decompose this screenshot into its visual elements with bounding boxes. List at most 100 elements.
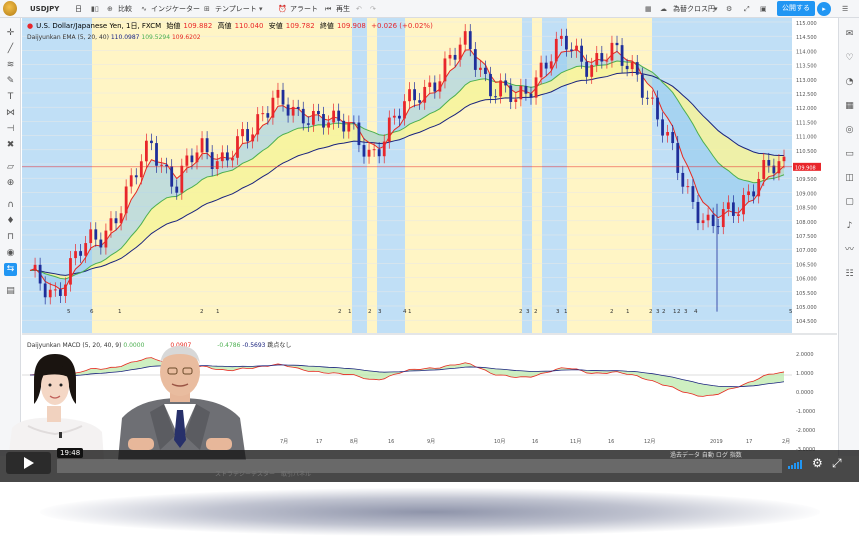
indicators-button[interactable]: インジケーター xyxy=(151,2,200,16)
candle-type-icon[interactable]: ▮▯ xyxy=(91,2,99,16)
candle-body xyxy=(296,106,300,109)
idea-icon[interactable]: ◎ xyxy=(843,124,856,137)
avatar[interactable] xyxy=(3,1,17,16)
paint-icon[interactable]: ♦ xyxy=(4,215,17,228)
candle-body xyxy=(160,164,163,166)
candle-body xyxy=(413,89,416,101)
candle-body xyxy=(327,122,330,128)
candle-body xyxy=(392,115,396,118)
candle-body xyxy=(559,35,563,39)
chevron-down-icon[interactable]: ▸ xyxy=(817,2,831,16)
time-tick: 16 xyxy=(608,439,614,445)
gear-icon[interactable]: ⚙ xyxy=(726,2,732,16)
fib-icon[interactable]: ≋ xyxy=(4,59,17,72)
candle-body xyxy=(286,104,290,116)
candle-body xyxy=(747,191,750,196)
stage-number: 2 xyxy=(610,309,614,315)
video-progress-bar[interactable] xyxy=(57,459,782,473)
volume-icon[interactable] xyxy=(788,460,804,469)
symbol-legend: ● U.S. Dollar/Japanese Yen, 1日, FXCM 始値 10… xyxy=(27,21,436,31)
ema-value-1: 110.0987 xyxy=(110,34,140,41)
help-icon[interactable]: ☷ xyxy=(843,268,856,281)
candle-body xyxy=(686,186,690,188)
candle-body xyxy=(155,143,158,166)
price-tick: 104.500 xyxy=(796,319,817,325)
sync-drawings-icon[interactable]: ⇆ xyxy=(4,263,17,276)
trend-line-icon[interactable]: ╱ xyxy=(4,43,17,56)
magnet-icon[interactable]: ∩ xyxy=(4,199,17,212)
macd-tick: -2.0000 xyxy=(796,428,815,434)
close-icon[interactable]: ✖ xyxy=(4,139,17,152)
stage-number: 2 xyxy=(200,309,204,315)
fullscreen-icon[interactable]: ⤢ xyxy=(832,456,842,471)
presenter-man xyxy=(118,346,246,460)
zoom-icon[interactable]: ⊕ xyxy=(4,177,17,190)
calendar-icon[interactable]: ▦ xyxy=(843,100,856,113)
candle-body xyxy=(104,230,108,248)
gear-icon[interactable]: ⚙ xyxy=(812,456,823,470)
chat-icon[interactable]: ✉ xyxy=(843,28,856,41)
bell-icon[interactable]: ♪ xyxy=(843,220,856,233)
candle-body xyxy=(423,86,427,103)
chevron-down-icon[interactable]: ▾ xyxy=(259,2,263,16)
candle-body xyxy=(570,49,573,51)
candle-body xyxy=(600,53,604,62)
price-tick: 114.000 xyxy=(796,49,817,55)
close-label: 終値 xyxy=(319,22,334,30)
trash-icon[interactable]: ▤ xyxy=(4,285,17,298)
candle-body xyxy=(134,175,138,178)
candle-body xyxy=(200,138,204,153)
presenter-woman xyxy=(8,354,104,460)
heart-icon[interactable]: ♡ xyxy=(843,52,856,65)
text-icon[interactable]: T xyxy=(4,91,17,104)
candle-body xyxy=(114,218,118,224)
ema-legend[interactable]: Daijyunkan EMA (5, 20, 40) 110.0987 109.… xyxy=(27,34,201,41)
symbol-search[interactable]: USDJPY xyxy=(30,2,59,16)
candle-body xyxy=(494,96,497,98)
broadcast-icon[interactable]: ◫ xyxy=(843,172,856,185)
templates-button[interactable]: テンプレート xyxy=(215,2,257,16)
brush-icon[interactable]: ✎ xyxy=(4,75,17,88)
clock-icon[interactable]: ◔ xyxy=(843,76,856,89)
measure-tool-icon[interactable]: ⊣ xyxy=(4,123,17,136)
screen-icon[interactable]: ▢ xyxy=(843,196,856,209)
candle-body xyxy=(742,195,745,215)
candle-body xyxy=(337,110,341,121)
stage-number: 1 xyxy=(348,309,352,315)
redo-icon[interactable]: ↷ xyxy=(370,2,376,16)
chart-icon[interactable]: 〰 xyxy=(843,244,856,257)
high-value: 110.040 xyxy=(234,22,264,30)
candle-body xyxy=(453,54,457,60)
pattern-icon[interactable]: ⋈ xyxy=(4,107,17,120)
candle-body xyxy=(514,99,518,102)
undo-icon[interactable]: ↶ xyxy=(356,2,362,16)
candle-body xyxy=(261,113,265,115)
candle-body xyxy=(428,82,432,87)
layout-name-button[interactable]: 為替クロス円 xyxy=(673,2,715,16)
candle-body xyxy=(731,202,735,216)
compare-button[interactable]: 比較 xyxy=(118,2,132,16)
candle-body xyxy=(352,122,356,124)
candle-body xyxy=(301,108,305,124)
eye-icon[interactable]: ◉ xyxy=(4,247,17,260)
layout-icon[interactable]: ▦ xyxy=(645,2,652,16)
stage-number: 2 xyxy=(368,309,372,315)
fullscreen-icon[interactable]: ⤢ xyxy=(744,2,750,16)
crosshair-icon[interactable]: ✛ xyxy=(4,27,17,40)
publish-button[interactable]: 公開する xyxy=(777,1,815,16)
lock-icon[interactable]: ⊓ xyxy=(4,231,17,244)
candle-body xyxy=(53,289,57,291)
candle-body xyxy=(306,123,310,125)
alert-button[interactable]: アラート xyxy=(290,2,318,16)
timeframe-button[interactable]: 日 xyxy=(75,2,82,16)
candle-body xyxy=(387,117,391,142)
message-icon[interactable]: ▭ xyxy=(843,148,856,161)
alarm-icon: ⏰ xyxy=(278,5,287,13)
price-tick: 108.500 xyxy=(796,206,817,212)
candle-body xyxy=(317,110,320,115)
watchlist-icon[interactable]: ☰ xyxy=(842,2,848,16)
camera-icon[interactable]: ▣ xyxy=(760,2,767,16)
ruler-icon[interactable]: ▱ xyxy=(4,161,17,174)
replay-button[interactable]: 再生 xyxy=(336,2,350,16)
chevron-down-icon[interactable]: ▾ xyxy=(714,2,718,16)
